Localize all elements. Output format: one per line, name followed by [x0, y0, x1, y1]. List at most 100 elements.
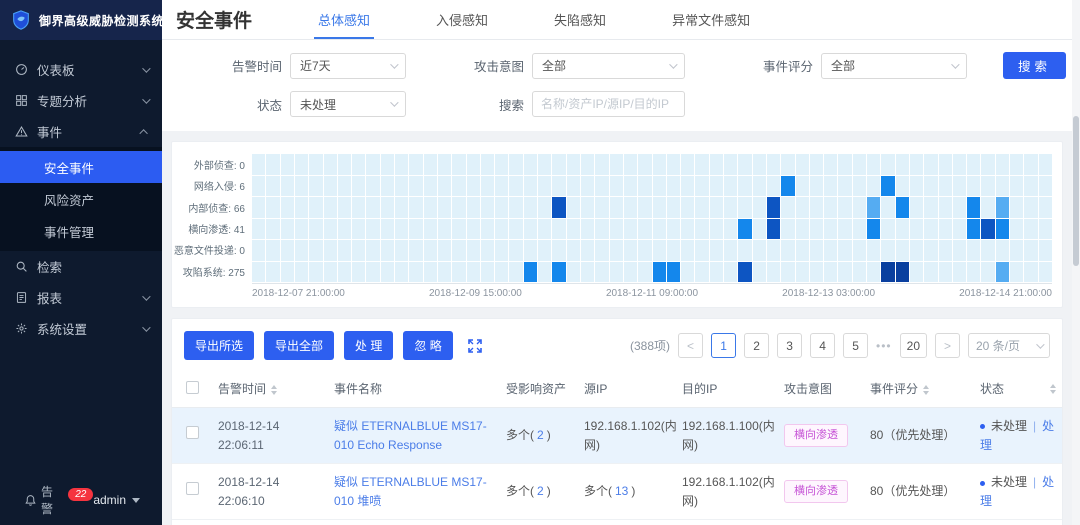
sidebar-item-system-settings[interactable]: 系统设置 [0, 313, 162, 344]
sort-icon[interactable] [923, 385, 929, 395]
row-checkbox[interactable] [186, 482, 199, 495]
heatmap-cell [824, 154, 837, 175]
pagination-page-4[interactable]: 4 [810, 333, 835, 358]
filter-row-2: 状态 未处理 搜索 [170, 91, 1080, 117]
event-score-select[interactable]: 全部 [821, 53, 967, 79]
select-all-checkbox[interactable] [186, 381, 199, 394]
heatmap-cell [1039, 154, 1052, 175]
sort-icon[interactable] [1050, 384, 1056, 394]
heatmap-cell [967, 154, 980, 175]
heatmap-cell [610, 176, 623, 197]
search-button[interactable]: 搜索 [1003, 52, 1066, 79]
event-name-link[interactable]: 疑似 ETERNALBLUE MS17-010 堆喷 [334, 475, 487, 508]
heatmap-cell [910, 219, 923, 240]
sidebar-item-retrieval[interactable]: 检索 [0, 251, 162, 282]
heatmap-cell [953, 197, 966, 218]
sidebar-item-topic-analysis[interactable]: 专题分析 [0, 85, 162, 116]
heatmap-cell [767, 176, 780, 197]
attack-intent-tag: 横向渗透 [784, 424, 848, 447]
column-header[interactable]: 告警时间 [212, 370, 328, 408]
event-name-link[interactable]: 疑似 ETERNALBLUE MS17-010 Echo Response [334, 419, 487, 452]
heatmap-cell [481, 240, 494, 261]
sidebar-item-reports[interactable]: 报表 [0, 282, 162, 313]
scrollbar-thumb[interactable] [1073, 116, 1079, 266]
alarm-time-value: 近7天 [300, 57, 331, 74]
tab-overall[interactable]: 总体感知 [314, 0, 374, 39]
multi-count-link[interactable]: 2 [534, 484, 547, 498]
pagination-page-1[interactable]: 1 [711, 333, 736, 358]
heatmap-cell [653, 262, 666, 283]
sidebar-item-dashboard[interactable]: 仪表板 [0, 54, 162, 85]
heatmap-cell [567, 176, 580, 197]
export-selected-button[interactable]: 导出所选 [184, 331, 254, 360]
heatmap-cell [352, 154, 365, 175]
heatmap-cell [638, 154, 651, 175]
heatmap-cell [967, 176, 980, 197]
heatmap-cell [1024, 197, 1037, 218]
heatmap-cell [352, 219, 365, 240]
source-ip-cell: 多个(109) [578, 520, 676, 525]
heatmap-cell [409, 154, 422, 175]
user-menu[interactable]: admin [93, 493, 140, 507]
multi-count-link[interactable]: 13 [612, 484, 631, 498]
heatmap-cell [295, 262, 308, 283]
heatmap-cell [624, 240, 637, 261]
tab-bar: 总体感知 入侵感知 失陷感知 异常文件感知 [314, 0, 754, 39]
heatmap-cell [996, 154, 1009, 175]
heatmap-cell [781, 240, 794, 261]
pagination-next-button[interactable]: > [935, 333, 960, 358]
pagination-page-2[interactable]: 2 [744, 333, 769, 358]
search-input[interactable] [532, 91, 685, 117]
page-scrollbar[interactable] [1072, 0, 1080, 525]
heatmap-cell [867, 197, 880, 218]
sort-icon[interactable] [271, 385, 277, 395]
heatmap-cell [481, 197, 494, 218]
heatmap-cell [896, 240, 909, 261]
heatmap-cell [767, 240, 780, 261]
heatmap-cell [981, 197, 994, 218]
heatmap-cell [595, 176, 608, 197]
alarm-time-select[interactable]: 近7天 [290, 53, 406, 79]
row-checkbox[interactable] [186, 426, 199, 439]
sidebar-item-security-events[interactable]: 安全事件 [0, 151, 162, 183]
pagination-page-20[interactable]: 20 [900, 333, 927, 358]
heatmap-cell [853, 176, 866, 197]
tab-intrusion[interactable]: 入侵感知 [432, 0, 492, 39]
heatmap-cell [481, 262, 494, 283]
column-header[interactable]: 状态 [974, 370, 1062, 408]
pagination-page-3[interactable]: 3 [777, 333, 802, 358]
heatmap-cell [467, 262, 480, 283]
tab-compromise[interactable]: 失陷感知 [550, 0, 610, 39]
heatmap-cell [953, 240, 966, 261]
sidebar-item-events[interactable]: 事件 [0, 116, 162, 147]
heatmap-cell [538, 219, 551, 240]
heatmap-cell [753, 240, 766, 261]
sidebar-item-event-management[interactable]: 事件管理 [0, 215, 162, 247]
heatmap-cell [810, 240, 823, 261]
pagination-page-5[interactable]: 5 [843, 333, 868, 358]
pagination-ellipsis: ••• [876, 339, 892, 353]
attack-intent-select[interactable]: 全部 [532, 53, 685, 79]
pagination-prev-button[interactable]: < [678, 333, 703, 358]
tab-abnormal-file[interactable]: 异常文件感知 [668, 0, 754, 39]
multi-count-link[interactable]: 2 [534, 428, 547, 442]
heatmap-cell [424, 240, 437, 261]
sidebar-item-risk-assets[interactable]: 风险资产 [0, 183, 162, 215]
status-dot [980, 481, 985, 486]
heatmap-cell [681, 240, 694, 261]
heatmap-cell [324, 197, 337, 218]
status-select[interactable]: 未处理 [290, 91, 406, 117]
heatmap-cell [953, 154, 966, 175]
page-size-select[interactable]: 20 条/页 [968, 333, 1050, 358]
process-button[interactable]: 处 理 [344, 331, 393, 360]
ignore-button[interactable]: 忽 略 [403, 331, 452, 360]
heatmap-cell [710, 240, 723, 261]
export-all-button[interactable]: 导出全部 [264, 331, 334, 360]
alarm-entry[interactable]: 告警 22 [24, 483, 93, 517]
heatmap-cell [695, 262, 708, 283]
heatmap-row-label: 外部侦查: 0 [178, 154, 252, 175]
column-header[interactable]: 事件评分 [864, 370, 974, 408]
expand-icon[interactable] [467, 338, 483, 354]
heatmap-cell [309, 219, 322, 240]
attack-intent-tag: 横向渗透 [784, 480, 848, 503]
